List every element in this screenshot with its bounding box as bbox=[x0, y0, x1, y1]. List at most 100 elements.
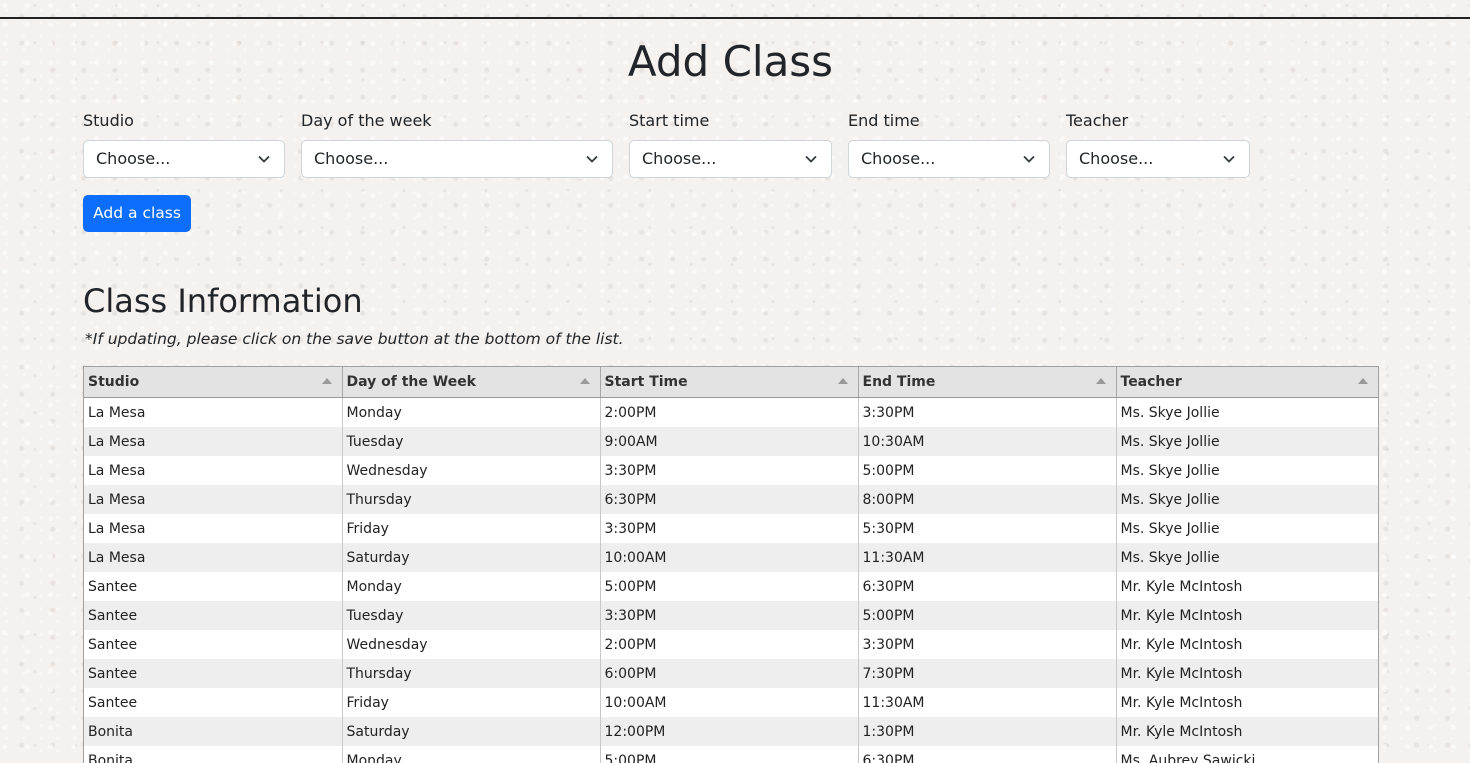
cell-teacher: Ms. Skye Jollie bbox=[1116, 514, 1378, 543]
cell-studio: Bonita bbox=[84, 746, 343, 763]
table-header-row: Studio Day of the Week Start Time End Time T… bbox=[84, 367, 1378, 398]
class-information-title: Class Information bbox=[83, 282, 363, 320]
cell-teacher: Ms. Skye Jollie bbox=[1116, 427, 1378, 456]
column-header-label: Start Time bbox=[604, 374, 688, 390]
table-row[interactable]: Santee Thursday 6:00PM 7:30PM Mr. Kyle McInt… bbox=[84, 659, 1378, 688]
column-header-start-time[interactable]: Start Time bbox=[600, 367, 859, 398]
cell-start-time: 12:00PM bbox=[600, 717, 859, 746]
cell-teacher: Mr. Kyle McIntosh bbox=[1116, 688, 1378, 717]
table-row[interactable]: Bonita Saturday 12:00PM 1:30PM Mr. Kyle McIn… bbox=[84, 717, 1378, 746]
sort-arrow-icon bbox=[837, 378, 848, 384]
cell-end-time: 11:30AM bbox=[858, 688, 1117, 717]
cell-start-time: 6:30PM bbox=[600, 485, 859, 514]
chevron-down-icon bbox=[258, 155, 270, 163]
end-time-label: End time bbox=[848, 111, 920, 130]
cell-studio: La Mesa bbox=[84, 543, 343, 572]
column-header-label: Teacher bbox=[1120, 374, 1182, 390]
cell-end-time: 6:30PM bbox=[858, 746, 1117, 763]
day-select[interactable]: Choose... bbox=[301, 140, 613, 178]
cell-studio: La Mesa bbox=[84, 427, 343, 456]
start-time-field: Start time Choose... bbox=[629, 110, 832, 178]
cell-teacher: Ms. Skye Jollie bbox=[1116, 543, 1378, 572]
cell-day-of-week: Tuesday bbox=[342, 427, 601, 456]
cell-start-time: 3:30PM bbox=[600, 514, 859, 543]
column-header-day-of-week[interactable]: Day of the Week bbox=[342, 367, 601, 398]
sort-arrow-icon bbox=[1358, 378, 1368, 384]
save-instruction-note: *If updating, please click on the save b… bbox=[85, 330, 624, 348]
cell-day-of-week: Friday bbox=[342, 514, 601, 543]
add-class-button[interactable]: Add a class bbox=[83, 195, 191, 232]
cell-studio: La Mesa bbox=[84, 514, 343, 543]
cell-day-of-week: Monday bbox=[342, 746, 601, 763]
cell-day-of-week: Thursday bbox=[342, 485, 601, 514]
column-header-label: Day of the Week bbox=[346, 374, 477, 390]
cell-start-time: 9:00AM bbox=[600, 427, 859, 456]
table-row[interactable]: La Mesa Friday 3:30PM 5:30PM Ms. Skye Jollie bbox=[84, 514, 1378, 543]
page-title: Add Class bbox=[627, 37, 834, 86]
studio-select-value: Choose... bbox=[96, 149, 171, 168]
start-time-select[interactable]: Choose... bbox=[629, 140, 832, 178]
cell-end-time: 8:00PM bbox=[858, 485, 1117, 514]
cell-teacher: Mr. Kyle McIntosh bbox=[1116, 659, 1378, 688]
cell-day-of-week: Monday bbox=[342, 572, 601, 601]
cell-end-time: 11:30AM bbox=[858, 543, 1117, 572]
table-row[interactable]: La Mesa Thursday 6:30PM 8:00PM Ms. Skye Joll… bbox=[84, 485, 1378, 514]
cell-start-time: 2:00PM bbox=[600, 397, 859, 427]
cell-start-time: 6:00PM bbox=[600, 659, 859, 688]
end-time-select[interactable]: Choose... bbox=[848, 140, 1050, 178]
cell-studio: Santee bbox=[84, 630, 343, 659]
column-header-label: End Time bbox=[862, 374, 936, 390]
table-row[interactable]: La Mesa Tuesday 9:00AM 10:30AM Ms. Skye Joll… bbox=[84, 427, 1378, 456]
column-header-end-time[interactable]: End Time bbox=[858, 367, 1117, 398]
cell-studio: Santee bbox=[84, 688, 343, 717]
chevron-down-icon bbox=[805, 155, 817, 163]
teacher-select-value: Choose... bbox=[1079, 149, 1154, 168]
start-time-select-value: Choose... bbox=[642, 149, 717, 168]
table-row[interactable]: Santee Monday 5:00PM 6:30PM Mr. Kyle McIntos… bbox=[84, 572, 1378, 601]
studio-select[interactable]: Choose... bbox=[83, 140, 285, 178]
day-select-value: Choose... bbox=[314, 149, 389, 168]
cell-teacher: Mr. Kyle McIntosh bbox=[1116, 601, 1378, 630]
cell-start-time: 5:00PM bbox=[600, 572, 859, 601]
cell-teacher: Ms. Skye Jollie bbox=[1116, 485, 1378, 514]
column-header-studio[interactable]: Studio bbox=[84, 367, 343, 398]
table-row[interactable]: Santee Wednesday 2:00PM 3:30PM Mr. Kyle McIn… bbox=[84, 630, 1378, 659]
table-row[interactable]: Santee Tuesday 3:30PM 5:00PM Mr. Kyle McInto… bbox=[84, 601, 1378, 630]
column-header-teacher[interactable]: Teacher bbox=[1116, 367, 1378, 398]
cell-studio: Santee bbox=[84, 572, 343, 601]
cell-teacher: Ms. Skye Jollie bbox=[1116, 456, 1378, 485]
teacher-select[interactable]: Choose... bbox=[1066, 140, 1250, 178]
cell-teacher: Mr. Kyle McIntosh bbox=[1116, 717, 1378, 746]
class-table-container: Studio Day of the Week Start Time End Time T… bbox=[83, 366, 1379, 763]
cell-studio: La Mesa bbox=[84, 456, 343, 485]
cell-end-time: 5:00PM bbox=[858, 601, 1117, 630]
cell-studio: Santee bbox=[84, 659, 343, 688]
teacher-field: Teacher Choose... bbox=[1066, 110, 1250, 178]
cell-studio: La Mesa bbox=[84, 397, 343, 427]
cell-day-of-week: Wednesday bbox=[342, 630, 601, 659]
teacher-label: Teacher bbox=[1066, 111, 1129, 130]
cell-start-time: 2:00PM bbox=[600, 630, 859, 659]
table-row[interactable]: La Mesa Monday 2:00PM 3:30PM Ms. Skye Jollie bbox=[84, 397, 1378, 427]
table-body: La Mesa Monday 2:00PM 3:30PM Ms. Skye Jollie… bbox=[84, 397, 1378, 763]
cell-end-time: 3:30PM bbox=[858, 630, 1117, 659]
day-field: Day of the week Choose... bbox=[301, 110, 613, 178]
cell-teacher: Mr. Kyle McIntosh bbox=[1116, 572, 1378, 601]
studio-field: Studio Choose... bbox=[83, 110, 285, 178]
cell-day-of-week: Friday bbox=[342, 688, 601, 717]
cell-end-time: 5:30PM bbox=[858, 514, 1117, 543]
class-table: Studio Day of the Week Start Time End Time T… bbox=[84, 367, 1378, 763]
end-time-field: End time Choose... bbox=[848, 110, 1050, 178]
table-row[interactable]: La Mesa Wednesday 3:30PM 5:00PM Ms. Skye Jol… bbox=[84, 456, 1378, 485]
table-row[interactable]: Santee Friday 10:00AM 11:30AM Mr. Kyle McInt… bbox=[84, 688, 1378, 717]
cell-end-time: 5:00PM bbox=[858, 456, 1117, 485]
cell-studio: Santee bbox=[84, 601, 343, 630]
studio-label: Studio bbox=[83, 111, 134, 130]
top-divider bbox=[0, 17, 1470, 19]
cell-day-of-week: Saturday bbox=[342, 717, 601, 746]
table-row[interactable]: Bonita Monday 5:00PM 6:30PM Ms. Aubrey Sawic… bbox=[84, 746, 1378, 763]
cell-start-time: 10:00AM bbox=[600, 543, 859, 572]
chevron-down-icon bbox=[586, 155, 598, 163]
cell-start-time: 3:30PM bbox=[600, 601, 859, 630]
table-row[interactable]: La Mesa Saturday 10:00AM 11:30AM Ms. Skye Jo… bbox=[84, 543, 1378, 572]
